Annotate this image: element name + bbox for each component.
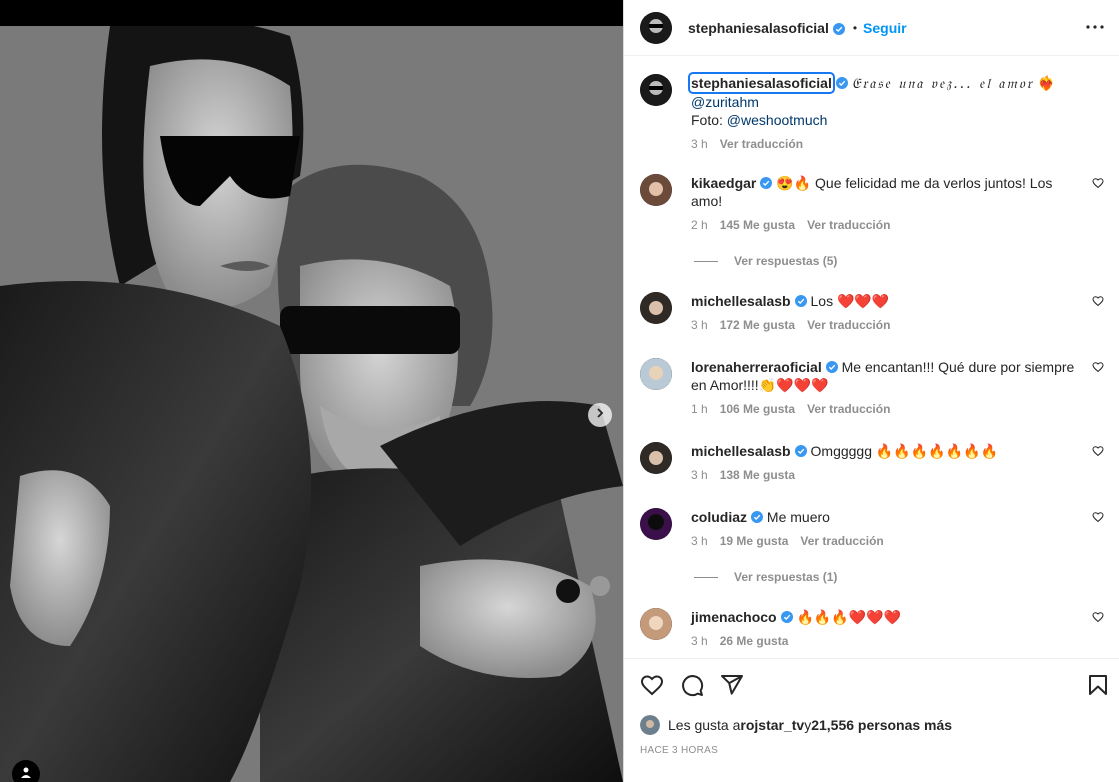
verified-icon (794, 443, 807, 457)
comment-item: michellesalasb Omggggg 🔥🔥🔥🔥🔥🔥🔥 3 h 138 M… (640, 442, 1104, 482)
verified-icon (794, 293, 807, 307)
likes-count[interactable]: 138 Me gusta (720, 466, 795, 484)
timestamp[interactable]: 3 h (691, 466, 708, 484)
post-time[interactable]: HACE 3 HORAS (640, 745, 718, 756)
post-actions: Les gusta a rojstar_tv y 21,556 personas… (624, 658, 1119, 782)
heart-icon[interactable] (1092, 510, 1104, 523)
comment-text: Los ❤️❤️❤️ (810, 293, 890, 309)
avatar[interactable] (640, 292, 672, 324)
user-tag-button[interactable] (12, 760, 40, 782)
view-replies-label: Ver respuestas (1) (734, 570, 838, 584)
comment-text: 🔥🔥🔥❤️❤️❤️ (796, 609, 902, 625)
avatar[interactable] (640, 358, 672, 390)
comment-item: lorenaherreraoficial Me encantan!!! Qué … (640, 358, 1104, 418)
comment-username[interactable]: lorenaherreraoficial (691, 359, 822, 375)
next-photo-button[interactable] (588, 403, 612, 427)
view-replies-button[interactable]: Ver respuestas (1) (694, 570, 837, 584)
likes-mid: y (804, 717, 812, 733)
verified-icon (751, 509, 764, 523)
post-photo[interactable] (0, 26, 623, 782)
comment-username[interactable]: coludiaz (691, 509, 747, 525)
avatar[interactable] (640, 74, 672, 106)
verified-icon (825, 359, 838, 373)
verified-icon (760, 175, 773, 189)
mention-link[interactable]: @weshootmuch (727, 112, 828, 128)
avatar[interactable] (640, 508, 672, 540)
likes-prefix: Les gusta a (668, 717, 741, 733)
comment-item: jimenachoco 🔥🔥🔥❤️❤️❤️ 3 h 26 Me gusta (640, 608, 1104, 648)
comment-text: Omggggg 🔥🔥🔥🔥🔥🔥🔥 (810, 443, 998, 459)
translate-link[interactable]: Ver traducción (800, 532, 883, 550)
avatar (640, 715, 660, 735)
share-icon[interactable] (720, 673, 744, 697)
translate-link[interactable]: Ver traducción (807, 400, 890, 418)
view-replies-label: Ver respuestas (5) (734, 254, 838, 268)
likes-count[interactable]: 19 Me gusta (720, 532, 789, 550)
comment-item: kikaedgar 😍🔥 Que felicidad me da verlos … (640, 174, 1104, 234)
likes-summary[interactable]: Les gusta a rojstar_tv y 21,556 personas… (640, 715, 952, 735)
heart-icon[interactable] (1092, 444, 1104, 457)
translate-link[interactable]: Ver traducción (720, 135, 803, 153)
avatar[interactable] (640, 608, 672, 640)
comment-item: michellesalasb Los ❤️❤️❤️ 3 h 172 Me gus… (640, 292, 1104, 332)
comment-username[interactable]: michellesalasb (691, 293, 791, 309)
divider (694, 576, 718, 578)
heart-icon[interactable] (1092, 360, 1104, 373)
comment-icon[interactable] (680, 673, 704, 697)
likes-count[interactable]: 106 Me gusta (720, 400, 795, 418)
post-header: stephaniesalasoficial • Seguir (624, 0, 1119, 56)
translate-link[interactable]: Ver traducción (807, 316, 890, 334)
post-panel: stephaniesalasoficial • Seguir stephanie… (623, 0, 1119, 782)
heart-icon[interactable] (1092, 610, 1104, 623)
photo-credit-label: Foto: (691, 112, 727, 128)
timestamp[interactable]: 3 h (691, 532, 708, 550)
likes-count[interactable]: 21,556 personas más (811, 717, 952, 733)
heart-icon[interactable] (640, 673, 664, 697)
timestamp[interactable]: 1 h (691, 400, 708, 418)
heart-icon[interactable] (1092, 176, 1104, 189)
likes-count[interactable]: 172 Me gusta (720, 316, 795, 334)
chevron-right-icon (594, 406, 606, 424)
likes-count[interactable]: 26 Me gusta (720, 632, 789, 650)
verified-icon (832, 22, 845, 35)
avatar[interactable] (640, 442, 672, 474)
caption-username[interactable]: stephaniesalasoficial (688, 72, 835, 94)
verified-icon (780, 609, 793, 623)
mention-link[interactable]: @zuritahm (691, 94, 759, 110)
comment-username[interactable]: jimenachoco (691, 609, 777, 625)
timestamp[interactable]: 3 h (691, 316, 708, 334)
avatar[interactable] (640, 11, 672, 44)
liker-username[interactable]: rojstar_tv (740, 717, 804, 733)
comment-text: Me muero (766, 509, 830, 525)
bookmark-icon[interactable] (1086, 673, 1110, 697)
avatar[interactable] (640, 174, 672, 206)
caption-text: 𝔈𝔯𝔞𝔰𝔢 𝔲𝔫𝔞 𝔳𝔢𝔷... 𝔢𝔩 𝔞𝔪𝔬𝔯 (851, 76, 1034, 92)
translate-link[interactable]: Ver traducción (807, 216, 890, 234)
separator-dot: • (852, 20, 858, 35)
comments-list: stephaniesalasoficial 𝔈𝔯𝔞𝔰𝔢 𝔲𝔫𝔞 𝔳𝔢𝔷... 𝔢… (624, 57, 1119, 657)
caption: stephaniesalasoficial 𝔈𝔯𝔞𝔰𝔢 𝔲𝔫𝔞 𝔳𝔢𝔷... 𝔢… (640, 72, 1104, 154)
view-replies-button[interactable]: Ver respuestas (5) (694, 254, 837, 268)
timestamp[interactable]: 2 h (691, 216, 708, 234)
author-username[interactable]: stephaniesalasoficial (688, 20, 829, 36)
comment-username[interactable]: kikaedgar (691, 175, 756, 191)
timestamp[interactable]: 3 h (691, 632, 708, 650)
verified-icon (835, 75, 848, 89)
user-tag-icon (20, 765, 32, 782)
divider (694, 260, 718, 262)
heart-icon[interactable] (1092, 294, 1104, 307)
more-icon[interactable] (1086, 18, 1104, 36)
follow-button[interactable]: Seguir (863, 20, 907, 36)
comment-username[interactable]: michellesalasb (691, 443, 791, 459)
timestamp[interactable]: 3 h (691, 135, 708, 153)
comment-item: coludiaz Me muero 3 h 19 Me gusta Ver tr… (640, 508, 1104, 548)
likes-count[interactable]: 145 Me gusta (720, 216, 795, 234)
broken-heart-emoji: ❤️‍🔥 (1037, 75, 1056, 91)
post-media (0, 0, 623, 782)
